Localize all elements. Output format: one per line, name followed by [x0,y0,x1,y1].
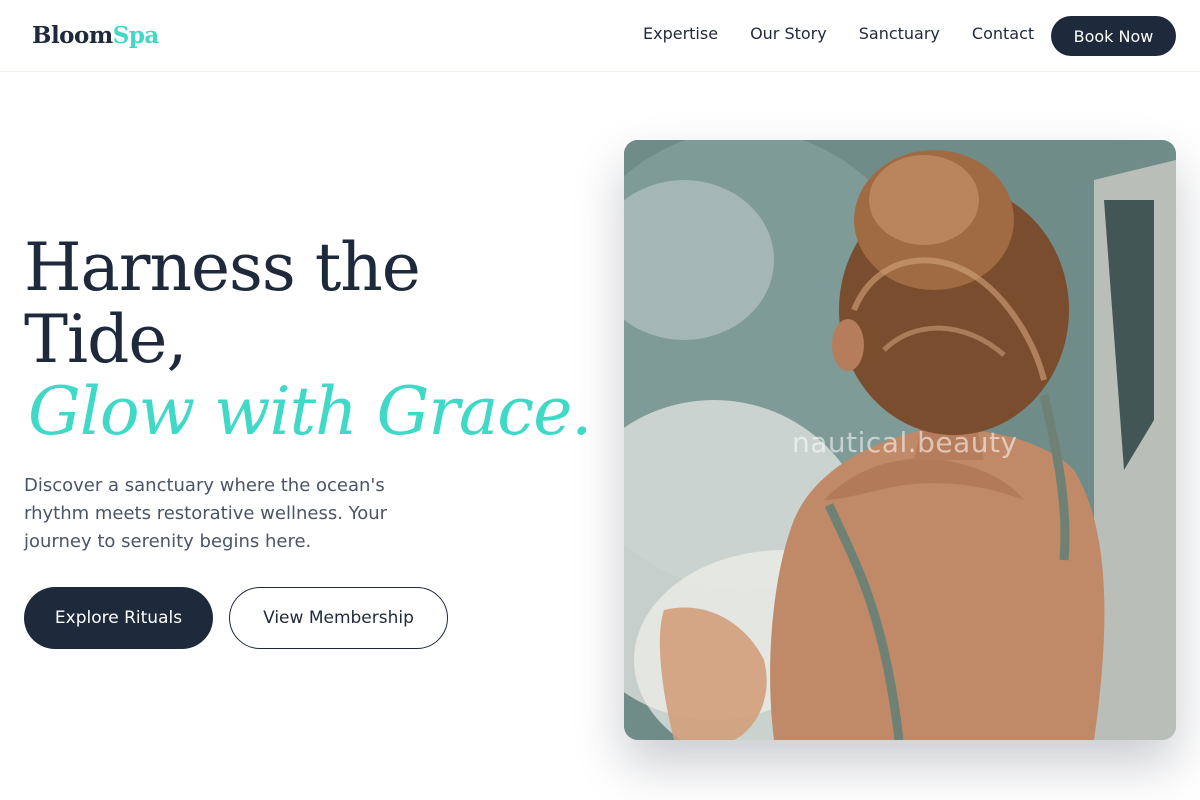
hero-title-accent: Glow with Grace. [28,373,592,450]
nav-link-sanctuary[interactable]: Sanctuary [859,24,940,43]
nav-link-our-story[interactable]: Our Story [750,24,827,43]
book-now-button[interactable]: Book Now [1051,16,1176,56]
image-watermark: nautical.beauty [792,426,1018,459]
nav-link-expertise[interactable]: Expertise [643,24,718,43]
site-header: BloomSpa Expertise Our Story Sanctuary C… [0,0,1200,72]
logo-text-bloom: Bloom [32,22,113,49]
main-nav: Expertise Our Story Sanctuary Contact [643,24,1034,43]
hero-description: Discover a sanctuary where the ocean's r… [24,475,388,552]
nav-link-contact[interactable]: Contact [972,24,1034,43]
logo-text-spa: Spa [112,22,160,49]
hero-title: Harness the Tide, Glow with Grace. [24,232,604,448]
hero-title-line-2: Tide, [24,301,187,378]
explore-rituals-button[interactable]: Explore Rituals [24,587,213,649]
view-membership-button[interactable]: View Membership [229,587,448,649]
hero-image: nautical.beauty [624,140,1176,740]
hero-title-line-1: Harness the [24,229,421,306]
logo[interactable]: BloomSpa [32,22,159,49]
